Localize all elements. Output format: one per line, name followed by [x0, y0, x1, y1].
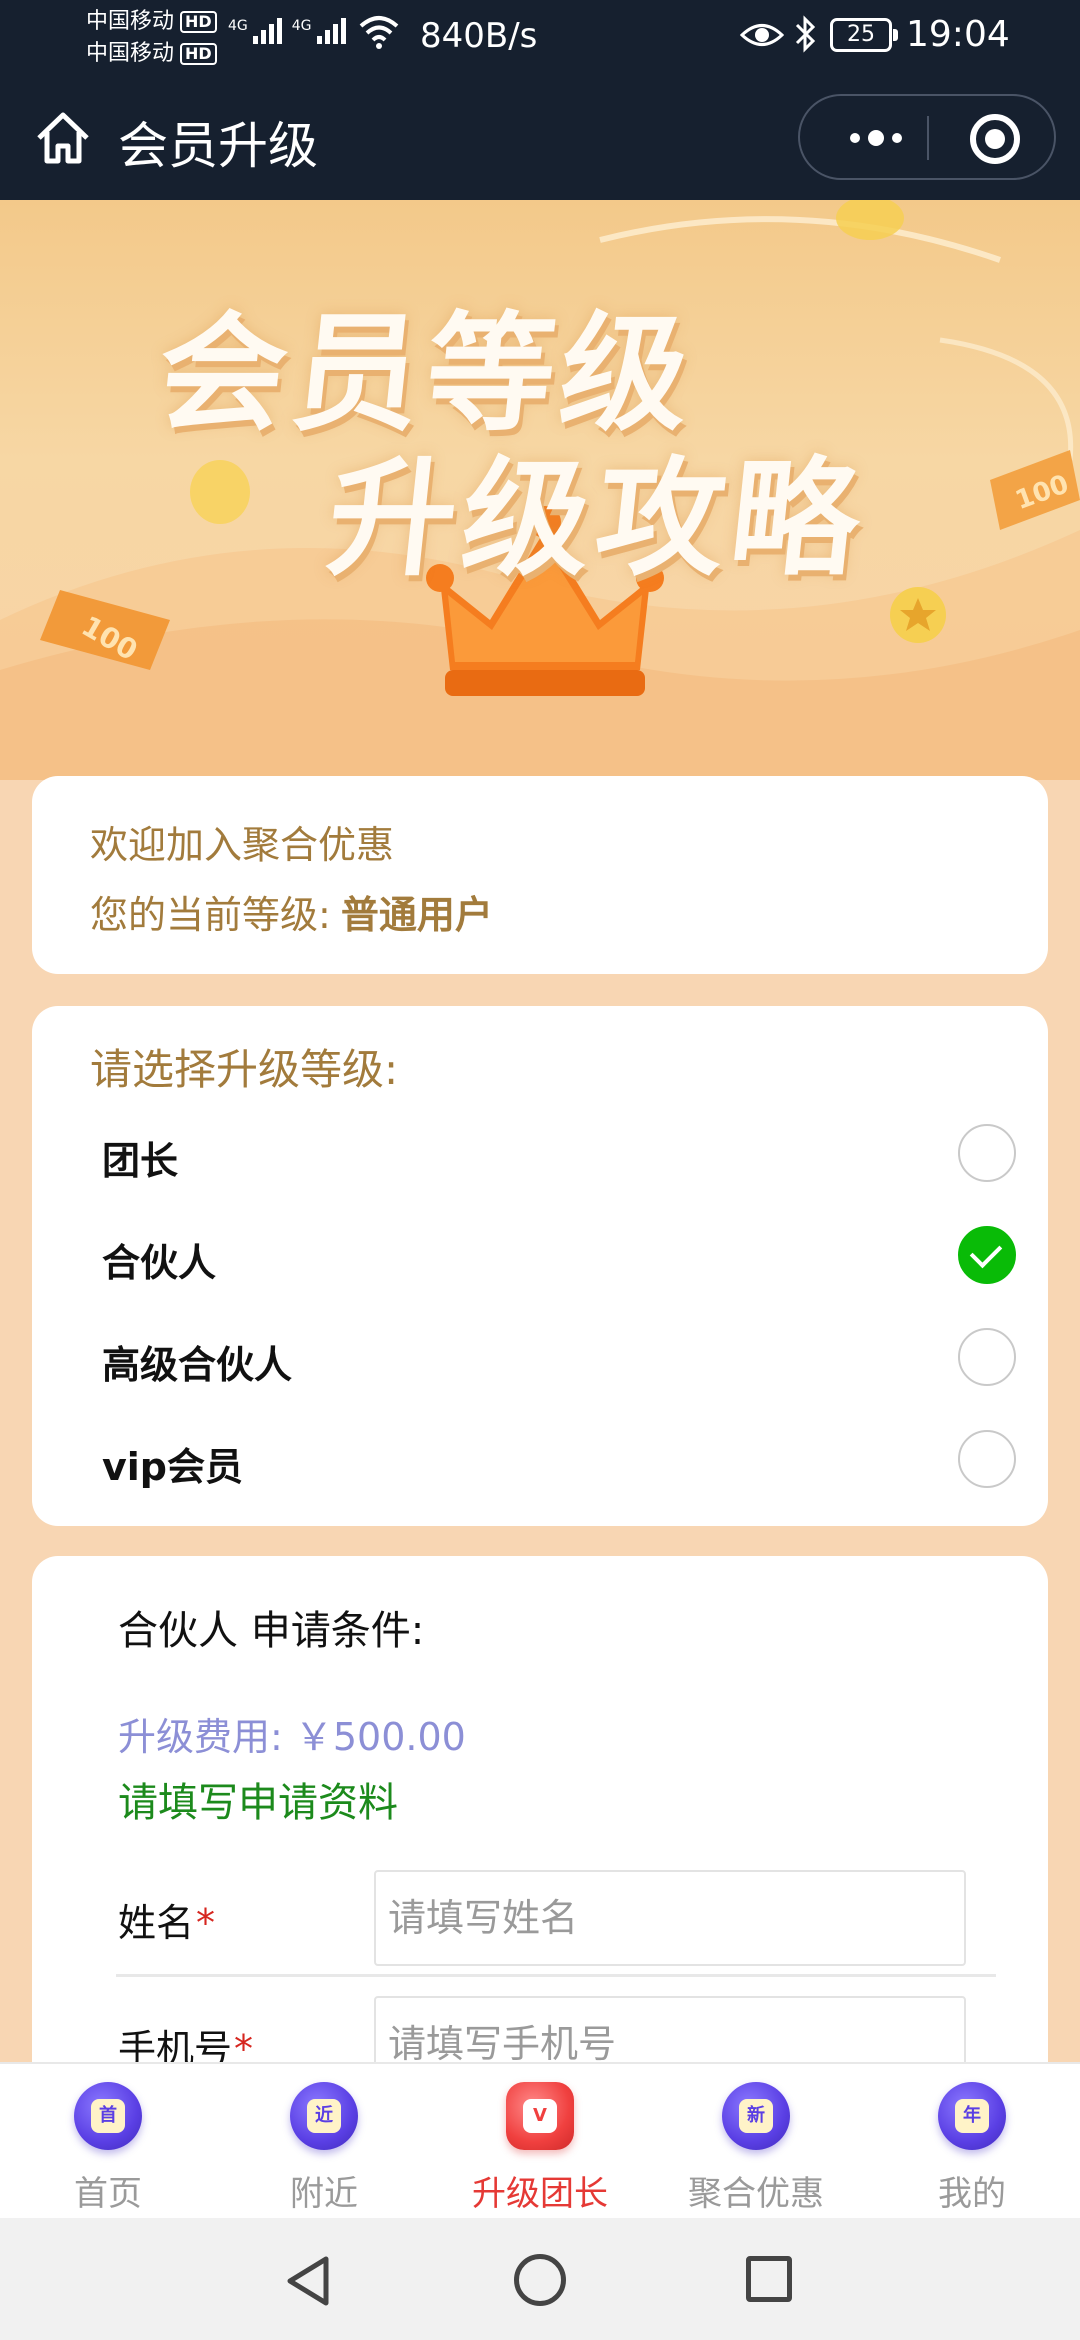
name-field-row: 姓名* [116, 1864, 996, 1966]
tab-label: 我的 [938, 2174, 1006, 2214]
more-icon[interactable] [836, 116, 916, 160]
fill-prompt: 请填写申请资料 [118, 1780, 398, 1826]
tab-bar: 首 首页 近 附近 V 升级团长 新 聚合优惠 年 我的 [0, 2062, 1080, 2218]
carrier-1: 中国移动 [86, 9, 175, 34]
clock: 19:04 [906, 14, 1010, 55]
radio-button[interactable] [958, 1328, 1016, 1386]
option-label: 高级合伙人 [102, 1343, 293, 1387]
tab-mine[interactable]: 年 我的 [864, 2064, 1080, 2220]
battery-icon: 25 [830, 18, 898, 52]
radio-button[interactable] [958, 1124, 1016, 1182]
upgrade-fee: 升级费用: ￥500.00 [118, 1715, 466, 1759]
name-input[interactable] [374, 1870, 966, 1966]
field-divider [116, 1974, 996, 1977]
tab-home[interactable]: 首 首页 [0, 2064, 216, 2220]
net-speed: 840B/s [420, 16, 538, 56]
welcome-text: 欢迎加入聚合优惠 [90, 823, 395, 867]
tab-label: 首页 [74, 2174, 142, 2214]
nearby-tab-icon: 近 [290, 2082, 358, 2150]
tab-label: 升级团长 [472, 2174, 608, 2214]
level-option-senior-partner[interactable]: 高级合伙人 [102, 1320, 1022, 1400]
tab-nearby[interactable]: 近 附近 [216, 2064, 432, 2220]
carrier-2: 中国移动 [86, 41, 175, 66]
nav-bar: 会员升级 [0, 76, 1080, 200]
option-label: 团长 [102, 1139, 179, 1183]
level-option-tuanzhang[interactable]: 团长 [102, 1116, 1022, 1196]
home-circle-icon[interactable] [514, 2254, 566, 2306]
eye-icon [740, 24, 784, 46]
home-tab-icon: 首 [74, 2082, 142, 2150]
status-bar: 中国移动 HD 中国移动 HD 4G 4G 840B/s 25 19:04 [0, 0, 1080, 76]
welcome-card: 欢迎加入聚合优惠 您的当前等级: 普通用户 [32, 776, 1048, 974]
level-option-vip[interactable]: vip会员 [102, 1422, 1022, 1502]
recents-icon[interactable] [746, 2256, 792, 2302]
hd-badge: HD [180, 11, 217, 33]
hd-badge: HD [180, 43, 217, 65]
level-select-card: 请选择升级等级: 团长 合伙人 高级合伙人 vip会员 [32, 1006, 1048, 1526]
tab-deals[interactable]: 新 聚合优惠 [648, 2064, 864, 2220]
signal-icon: 4G 4G [228, 18, 346, 44]
level-option-partner[interactable]: 合伙人 [102, 1218, 1022, 1298]
tab-upgrade[interactable]: V 升级团长 [432, 2064, 648, 2220]
radio-button[interactable] [958, 1430, 1016, 1488]
back-icon[interactable] [284, 2254, 334, 2308]
option-label: 合伙人 [102, 1241, 217, 1285]
condition-title: 合伙人 申请条件: [118, 1608, 425, 1654]
coin-icon [190, 460, 250, 524]
radio-checked-icon[interactable] [958, 1226, 1016, 1284]
field-label: 姓名* [118, 1901, 216, 1945]
current-level: 您的当前等级: 普通用户 [90, 884, 493, 939]
bluetooth-icon [795, 15, 816, 53]
profile-tab-icon: 年 [938, 2082, 1006, 2150]
wifi-icon [359, 16, 399, 49]
capsule-divider [927, 116, 929, 160]
required-mark: * [196, 1901, 216, 1945]
carrier-info: 中国移动 HD 中国移动 HD [86, 6, 217, 70]
page-title: 会员升级 [118, 117, 318, 175]
deals-tab-icon: 新 [722, 2082, 790, 2150]
tab-label: 附近 [290, 2174, 358, 2214]
upgrade-tab-icon: V [506, 2082, 574, 2150]
system-nav-bar [0, 2218, 1080, 2340]
level-label: 您的当前等级: [90, 893, 331, 937]
promo-banner: 100 100 会员等级 升级攻略 [0, 200, 1080, 780]
select-title: 请选择升级等级: [90, 1045, 399, 1094]
close-icon[interactable] [970, 114, 1020, 164]
option-label: vip会员 [102, 1445, 243, 1489]
level-value: 普通用户 [340, 893, 493, 937]
mini-program-capsule [798, 94, 1056, 180]
banner-headline-2: 升级攻略 [320, 445, 873, 594]
home-icon[interactable] [34, 110, 92, 166]
tab-label: 聚合优惠 [688, 2174, 824, 2214]
